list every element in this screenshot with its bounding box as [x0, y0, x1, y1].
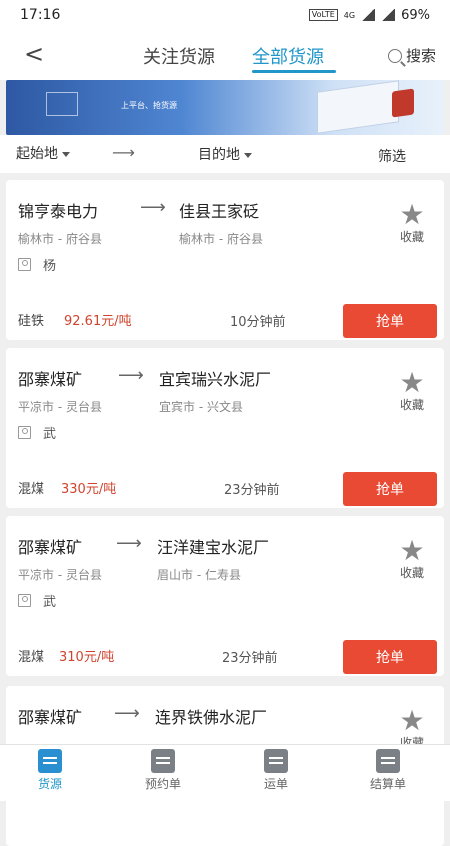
shipper-name: 杨	[43, 259, 57, 274]
user-icon	[18, 426, 31, 439]
arrow-right-icon: ⟶	[116, 533, 142, 554]
arrow-right-icon: ⟶	[118, 365, 144, 386]
destination-name: 连界铁佛水泥厂	[155, 708, 268, 727]
destination-filter[interactable]: 目的地	[198, 144, 252, 164]
post-time: 10分钟前	[230, 315, 286, 330]
arrow-right-icon: ⟶	[140, 197, 166, 218]
post-time: 23分钟前	[222, 651, 278, 666]
tab-booking[interactable]: 预约单	[123, 749, 203, 792]
search-label: 搜索	[405, 47, 436, 65]
status-time: 17:16	[20, 7, 61, 23]
network-label: 4G	[343, 10, 356, 20]
chevron-down-icon	[62, 151, 70, 157]
origin-name: 锦亨泰电力	[18, 202, 99, 221]
search-button[interactable]: 搜索	[387, 45, 436, 66]
user-icon	[18, 594, 31, 607]
origin-name: 邵寨煤矿	[18, 370, 83, 389]
tab-cargo-source[interactable]: 货源	[10, 749, 90, 792]
tab-waybill-label: 运单	[263, 777, 288, 791]
origin-name: 邵寨煤矿	[18, 708, 83, 727]
tab-waybill[interactable]: 运单	[236, 749, 316, 792]
arrow-right-icon: ⟶	[114, 703, 140, 724]
search-icon	[387, 48, 402, 63]
user-icon	[18, 258, 31, 271]
shipper-info: 武	[18, 591, 56, 610]
active-tab-indicator	[252, 70, 336, 73]
shipper-name: 武	[43, 427, 57, 442]
shipper-info: 武	[18, 423, 56, 442]
cargo-card[interactable]: 邵寨煤矿 ⟶ 汪洋建宝水泥厂 平凉市 - 灵台县 眉山市 - 仁寿县 武 ★ 收藏…	[6, 516, 444, 676]
promo-banner[interactable]: 上平台、抢货源	[6, 80, 444, 135]
cargo-card[interactable]: 邵寨煤矿 ⟶ 宜宾瑞兴水泥厂 平凉市 - 灵台县 宜宾市 - 兴文县 武 ★ 收藏…	[6, 348, 444, 508]
screen-filter-button[interactable]: 筛选	[378, 146, 406, 166]
favorite-button[interactable]: ★ 收藏	[394, 366, 430, 413]
favorite-button[interactable]: ★ 收藏	[394, 534, 430, 581]
destination-city: 眉山市 - 仁寿县	[157, 568, 241, 582]
cargo-type: 硅铁	[18, 314, 45, 329]
destination-name: 佳县王家砭	[179, 202, 260, 221]
filter-bar: 起始地 ⟶ 目的地 筛选	[0, 135, 450, 173]
origin-name: 邵寨煤矿	[18, 538, 83, 557]
destination-name: 汪洋建宝水泥厂	[157, 538, 270, 557]
volte-icon: VoLTE	[308, 9, 338, 21]
settlement-icon	[376, 749, 400, 773]
star-icon: ★	[399, 534, 425, 567]
favorite-label: 收藏	[399, 230, 424, 244]
signal-icon	[361, 9, 376, 21]
favorite-button[interactable]: ★ 收藏	[394, 198, 430, 245]
truck-illustration	[317, 80, 399, 134]
cargo-card[interactable]: 锦亨泰电力 ⟶ 佳县王家砭 榆林市 - 府谷县 榆林市 - 府谷县 杨 ★ 收藏 …	[6, 180, 444, 340]
star-icon: ★	[399, 366, 425, 399]
status-bar: 17:16 VoLTE 4G 69%	[0, 0, 450, 30]
signal-icon-2	[381, 9, 396, 21]
destination-name: 宜宾瑞兴水泥厂	[159, 370, 272, 389]
grab-order-button[interactable]: 抢单	[343, 472, 437, 506]
tab-all-source[interactable]: 全部货源	[252, 43, 324, 69]
cargo-type: 混煤	[18, 650, 45, 665]
waybill-icon	[264, 749, 288, 773]
truck-cab-illustration	[392, 88, 414, 118]
chevron-down-icon	[244, 152, 252, 158]
tab-settlement-label: 结算单	[369, 777, 406, 791]
back-icon[interactable]: <	[24, 40, 44, 68]
cargo-price: 92.61元/吨	[64, 314, 132, 329]
cargo-source-icon	[38, 749, 62, 773]
app-header: < 关注货源 全部货源 搜索	[0, 30, 450, 80]
origin-city: 榆林市 - 府谷县	[18, 232, 102, 246]
cargo-price: 310元/吨	[59, 650, 115, 665]
tab-booking-label: 预约单	[144, 777, 181, 791]
destination-filter-label: 目的地	[198, 147, 240, 163]
cargo-type: 混煤	[18, 482, 45, 497]
tab-cargo-source-label: 货源	[37, 777, 62, 791]
origin-filter-label: 起始地	[16, 146, 58, 162]
banner-decoration	[46, 92, 78, 116]
arrow-right-icon: ⟶	[112, 143, 135, 162]
origin-filter[interactable]: 起始地	[16, 143, 70, 163]
status-indicators: VoLTE 4G 69%	[308, 7, 430, 23]
tab-settlement[interactable]: 结算单	[348, 749, 428, 792]
tab-follow-source[interactable]: 关注货源	[143, 43, 215, 69]
favorite-label: 收藏	[399, 566, 424, 580]
grab-order-button[interactable]: 抢单	[343, 304, 437, 338]
origin-city: 平凉市 - 灵台县	[18, 568, 102, 582]
favorite-label: 收藏	[399, 398, 424, 412]
cargo-price: 330元/吨	[61, 482, 117, 497]
destination-city: 榆林市 - 府谷县	[179, 232, 263, 246]
star-icon: ★	[399, 198, 425, 231]
booking-icon	[151, 749, 175, 773]
grab-order-button[interactable]: 抢单	[343, 640, 437, 674]
post-time: 23分钟前	[224, 483, 280, 498]
bottom-tab-bar: 货源 预约单 运单 结算单	[0, 744, 450, 801]
battery-level: 69%	[401, 7, 430, 23]
banner-text: 上平台、抢货源	[121, 101, 177, 110]
star-icon: ★	[399, 704, 425, 737]
destination-city: 宜宾市 - 兴文县	[159, 400, 243, 414]
shipper-info: 杨	[18, 255, 56, 274]
shipper-name: 武	[43, 595, 57, 610]
origin-city: 平凉市 - 灵台县	[18, 400, 102, 414]
